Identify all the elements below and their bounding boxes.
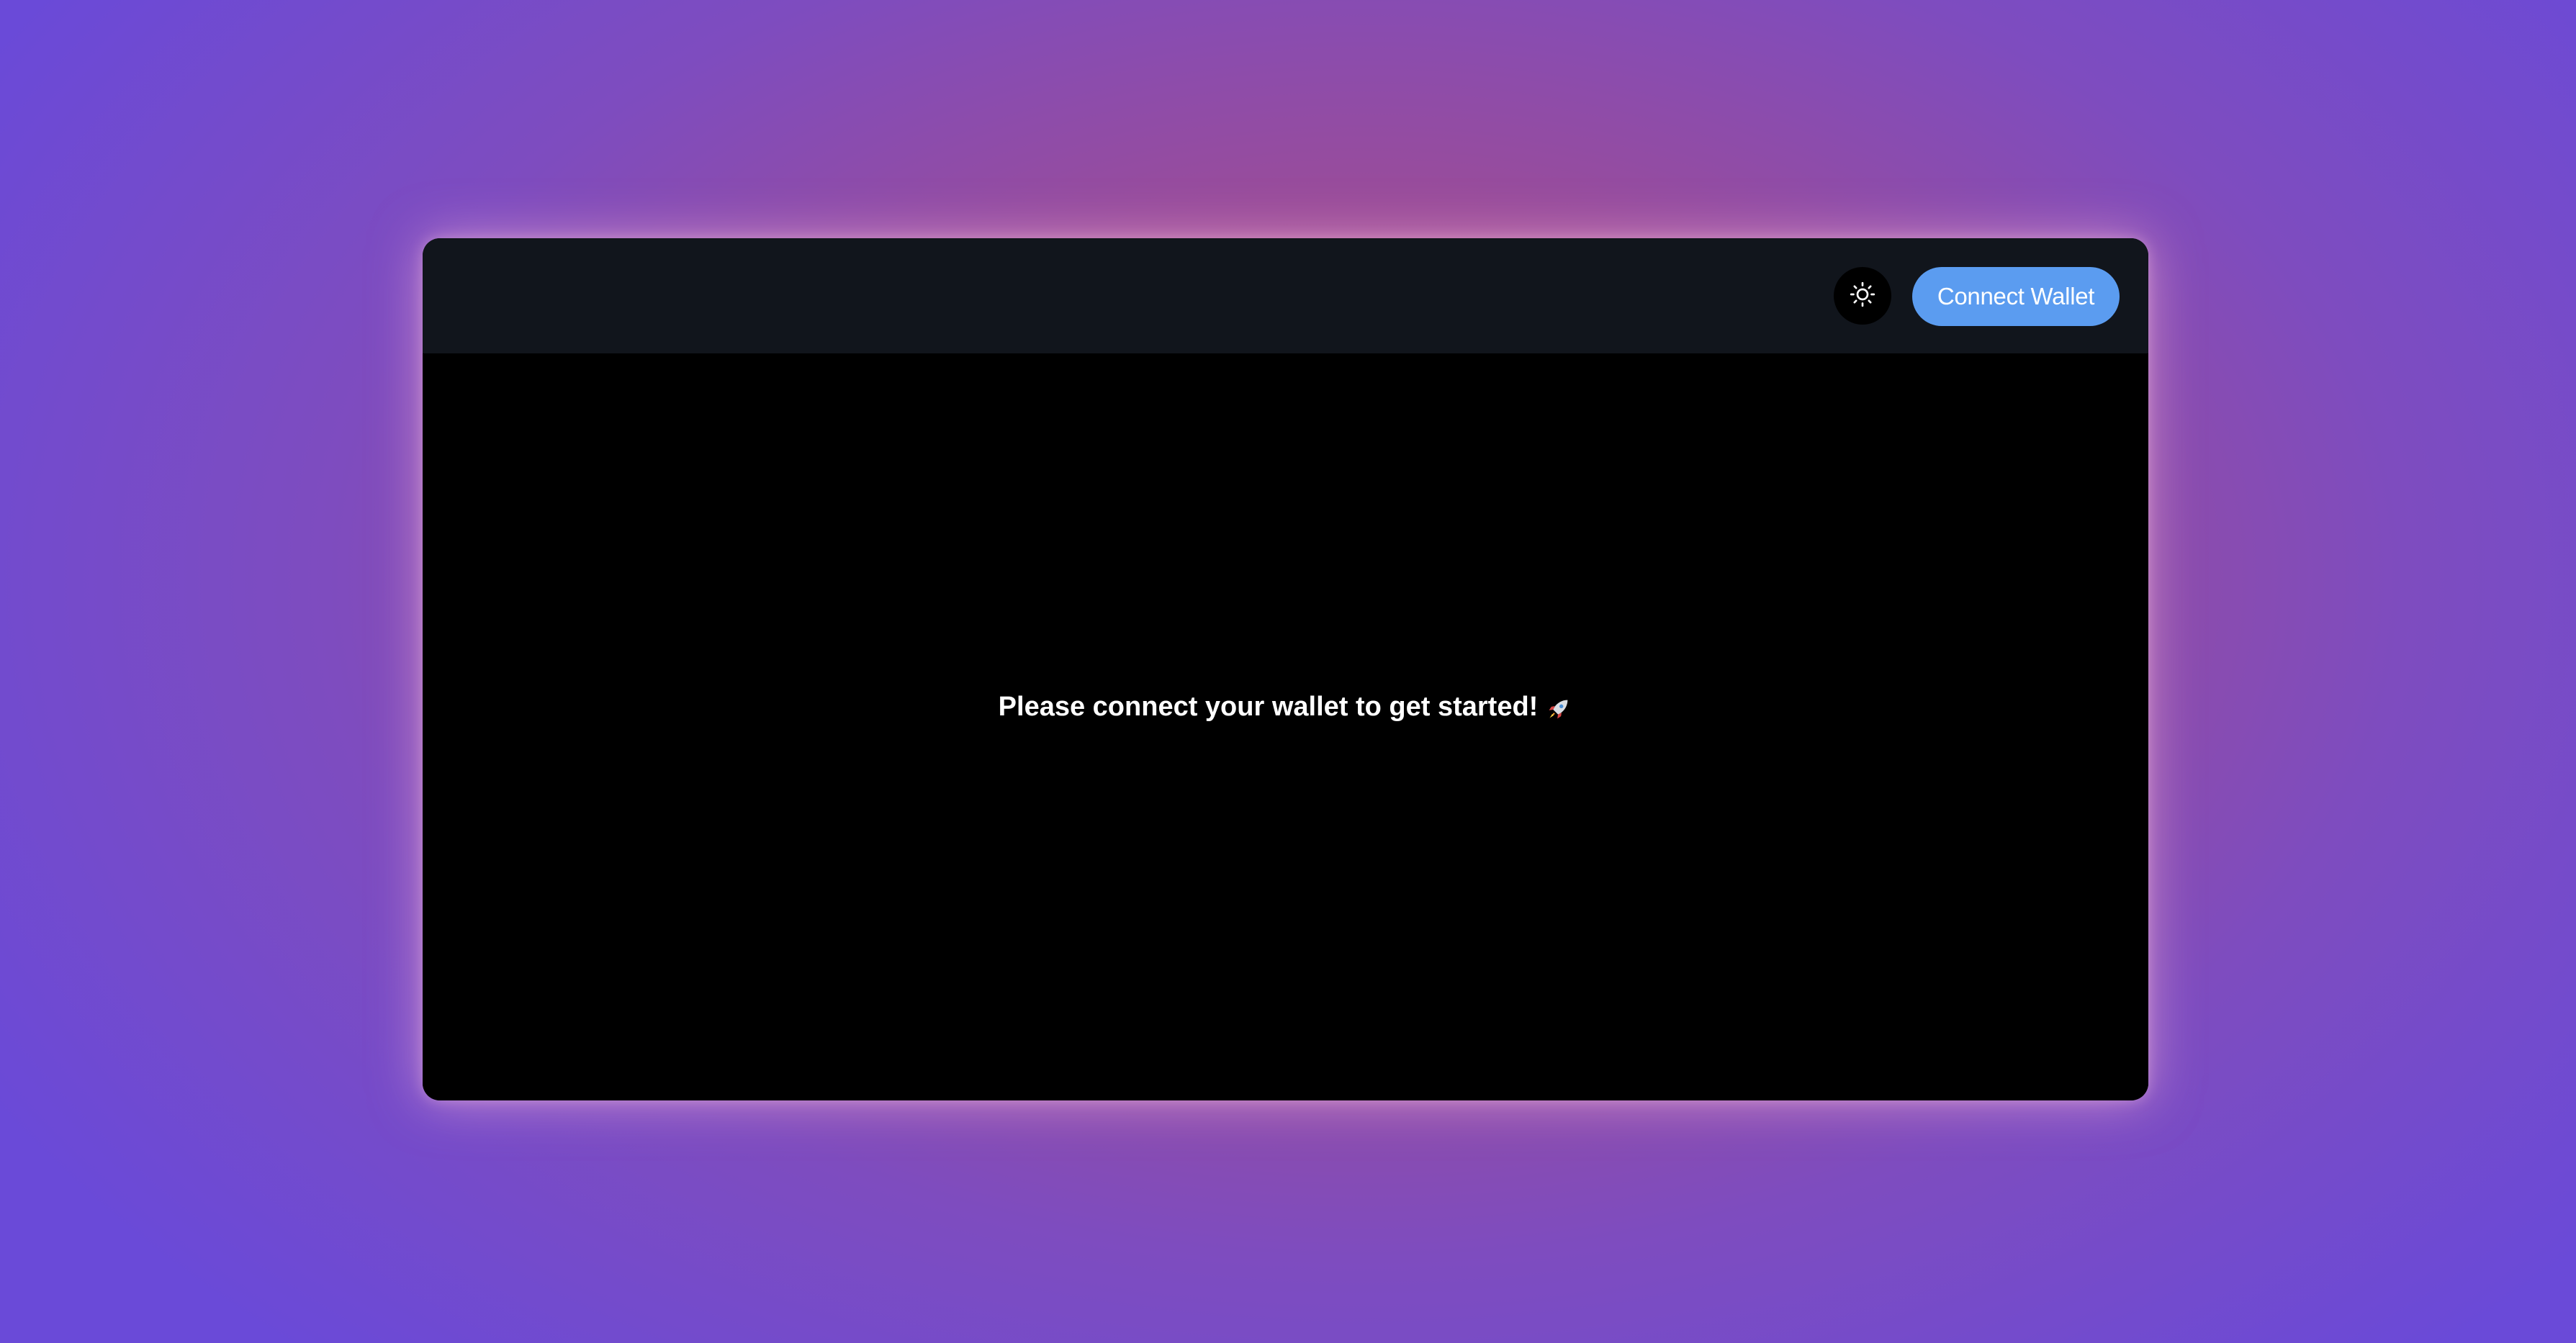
- app-window: Connect Wallet Please connect your walle…: [423, 238, 2148, 1100]
- connect-wallet-button[interactable]: Connect Wallet: [1912, 267, 2120, 326]
- sun-icon: [1848, 280, 1877, 312]
- connect-prompt-text: Please connect your wallet to get starte…: [998, 692, 1539, 722]
- app-header: Connect Wallet: [423, 238, 2148, 353]
- theme-toggle-button[interactable]: [1834, 267, 1891, 325]
- main-content: Please connect your wallet to get starte…: [423, 353, 2148, 1100]
- rocket-icon: [1544, 690, 1572, 726]
- connect-prompt: Please connect your wallet to get starte…: [423, 689, 2148, 726]
